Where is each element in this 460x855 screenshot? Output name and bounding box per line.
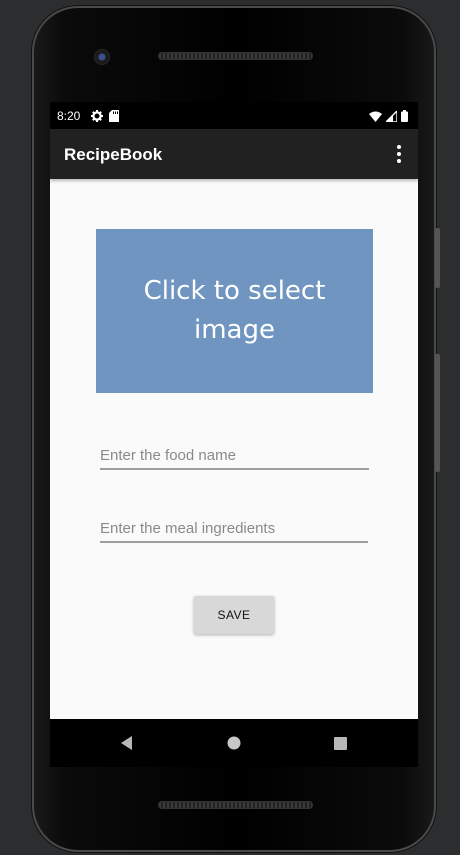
wifi-icon	[369, 111, 382, 122]
recents-icon[interactable]	[330, 733, 350, 753]
ingredients-input[interactable]	[100, 520, 368, 541]
front-camera	[95, 50, 109, 64]
overflow-menu-icon[interactable]	[390, 141, 408, 167]
status-time: 8:20	[57, 109, 81, 123]
volume-button[interactable]	[435, 354, 440, 472]
ingredients-field	[100, 520, 368, 543]
gear-icon	[91, 110, 103, 122]
navigation-bar	[50, 719, 418, 767]
phone-device-frame: 8:20 RecipeBook Click to select image En…	[32, 6, 440, 852]
status-bar: 8:20	[50, 102, 418, 129]
device-screen: 8:20 RecipeBook Click to select image En…	[50, 102, 418, 719]
status-left-icons	[91, 110, 119, 122]
select-image-button[interactable]: Click to select image	[96, 229, 373, 393]
save-button[interactable]: SAVE	[194, 596, 274, 634]
back-icon[interactable]	[117, 733, 137, 753]
home-icon[interactable]	[224, 733, 244, 753]
earpiece-speaker	[158, 52, 313, 60]
app-title: RecipeBook	[64, 145, 163, 164]
status-right-icons	[369, 110, 408, 122]
food-name-field	[100, 447, 369, 470]
power-button[interactable]	[435, 228, 440, 288]
bottom-speaker	[158, 801, 313, 809]
battery-icon	[401, 110, 408, 122]
app-toolbar: RecipeBook	[50, 129, 418, 179]
signal-icon	[386, 110, 397, 122]
select-image-label: Click to select image	[143, 276, 326, 345]
food-name-input[interactable]	[100, 447, 369, 468]
sd-card-icon	[109, 110, 119, 122]
